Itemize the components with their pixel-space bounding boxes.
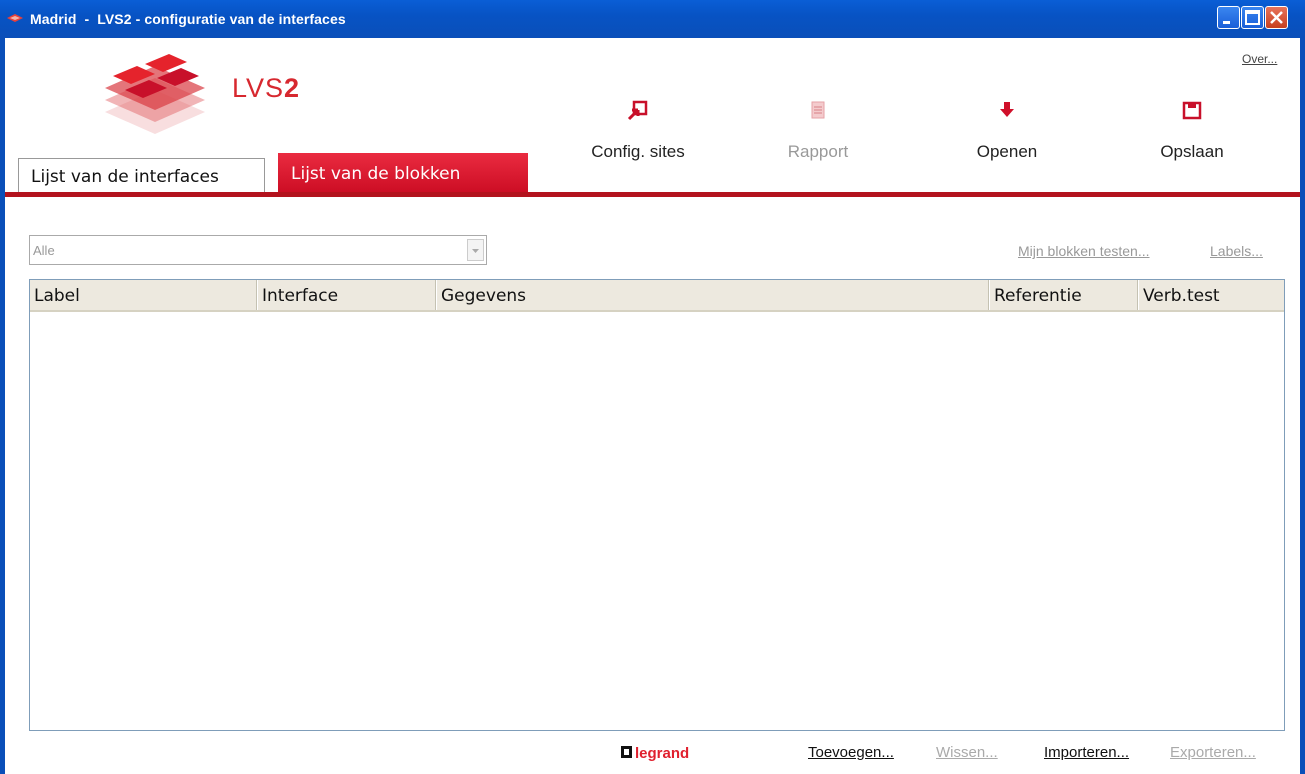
tab-divider bbox=[5, 192, 1300, 197]
rapport-label: Rapport bbox=[787, 142, 849, 161]
labels-link[interactable]: Labels... bbox=[1210, 243, 1263, 259]
product-name: LVS2 bbox=[232, 73, 301, 103]
maximize-button[interactable] bbox=[1241, 6, 1264, 29]
table-header: Label Interface Gegevens Referentie Verb… bbox=[30, 280, 1284, 312]
config-sites-label: Config. sites bbox=[591, 142, 685, 161]
filter-select[interactable]: Alle bbox=[29, 235, 487, 265]
delete-link[interactable]: Wissen... bbox=[936, 744, 998, 761]
minimize-button[interactable] bbox=[1217, 6, 1240, 29]
column-header-referentie[interactable]: Referentie bbox=[989, 280, 1137, 310]
add-link[interactable]: Toevoegen... bbox=[808, 744, 894, 761]
import-link[interactable]: Importeren... bbox=[1044, 744, 1129, 761]
open-arrow-icon bbox=[1000, 102, 1014, 117]
save-icon bbox=[1182, 101, 1202, 120]
title-bar: Madrid - LVS2 - configuratie van de inte… bbox=[0, 0, 1305, 38]
column-header-interface[interactable]: Interface bbox=[257, 280, 435, 310]
about-link[interactable]: Over... bbox=[1242, 52, 1277, 66]
export-link[interactable]: Exporteren... bbox=[1170, 744, 1256, 761]
legrand-logo-icon: legrand bbox=[621, 745, 689, 762]
legrand-wordmark: legrand bbox=[635, 745, 689, 762]
tab-interfaces[interactable]: Lijst van de interfaces bbox=[18, 158, 265, 192]
rapport-button[interactable]: Rapport bbox=[743, 95, 893, 162]
openen-label: Openen bbox=[976, 142, 1038, 161]
column-header-verbtest[interactable]: Verb.test bbox=[1138, 280, 1284, 310]
app-icon bbox=[7, 14, 23, 22]
column-header-gegevens[interactable]: Gegevens bbox=[436, 280, 988, 310]
tab-blokken[interactable]: Lijst van de blokken bbox=[278, 153, 528, 193]
openen-button[interactable]: Openen bbox=[932, 95, 1082, 162]
filter-select-value: Alle bbox=[33, 243, 55, 258]
column-header-label[interactable]: Label bbox=[30, 280, 256, 310]
opslaan-label: Opslaan bbox=[1160, 142, 1224, 161]
config-sites-button[interactable]: Config. sites bbox=[563, 95, 713, 162]
config-sites-icon bbox=[627, 100, 648, 121]
test-blocks-link[interactable]: Mijn blokken testen... bbox=[1018, 243, 1150, 259]
close-button[interactable] bbox=[1265, 6, 1288, 29]
window-frame-left bbox=[0, 38, 5, 774]
lvs2-logo-icon bbox=[105, 54, 205, 134]
opslaan-button[interactable]: Opslaan bbox=[1117, 95, 1267, 162]
window-frame-right bbox=[1300, 38, 1305, 774]
blocks-table[interactable]: Label Interface Gegevens Referentie Verb… bbox=[29, 279, 1285, 731]
chevron-down-icon[interactable] bbox=[467, 239, 484, 261]
report-icon bbox=[811, 101, 825, 119]
window-title: Madrid - LVS2 - configuratie van de inte… bbox=[30, 11, 346, 27]
